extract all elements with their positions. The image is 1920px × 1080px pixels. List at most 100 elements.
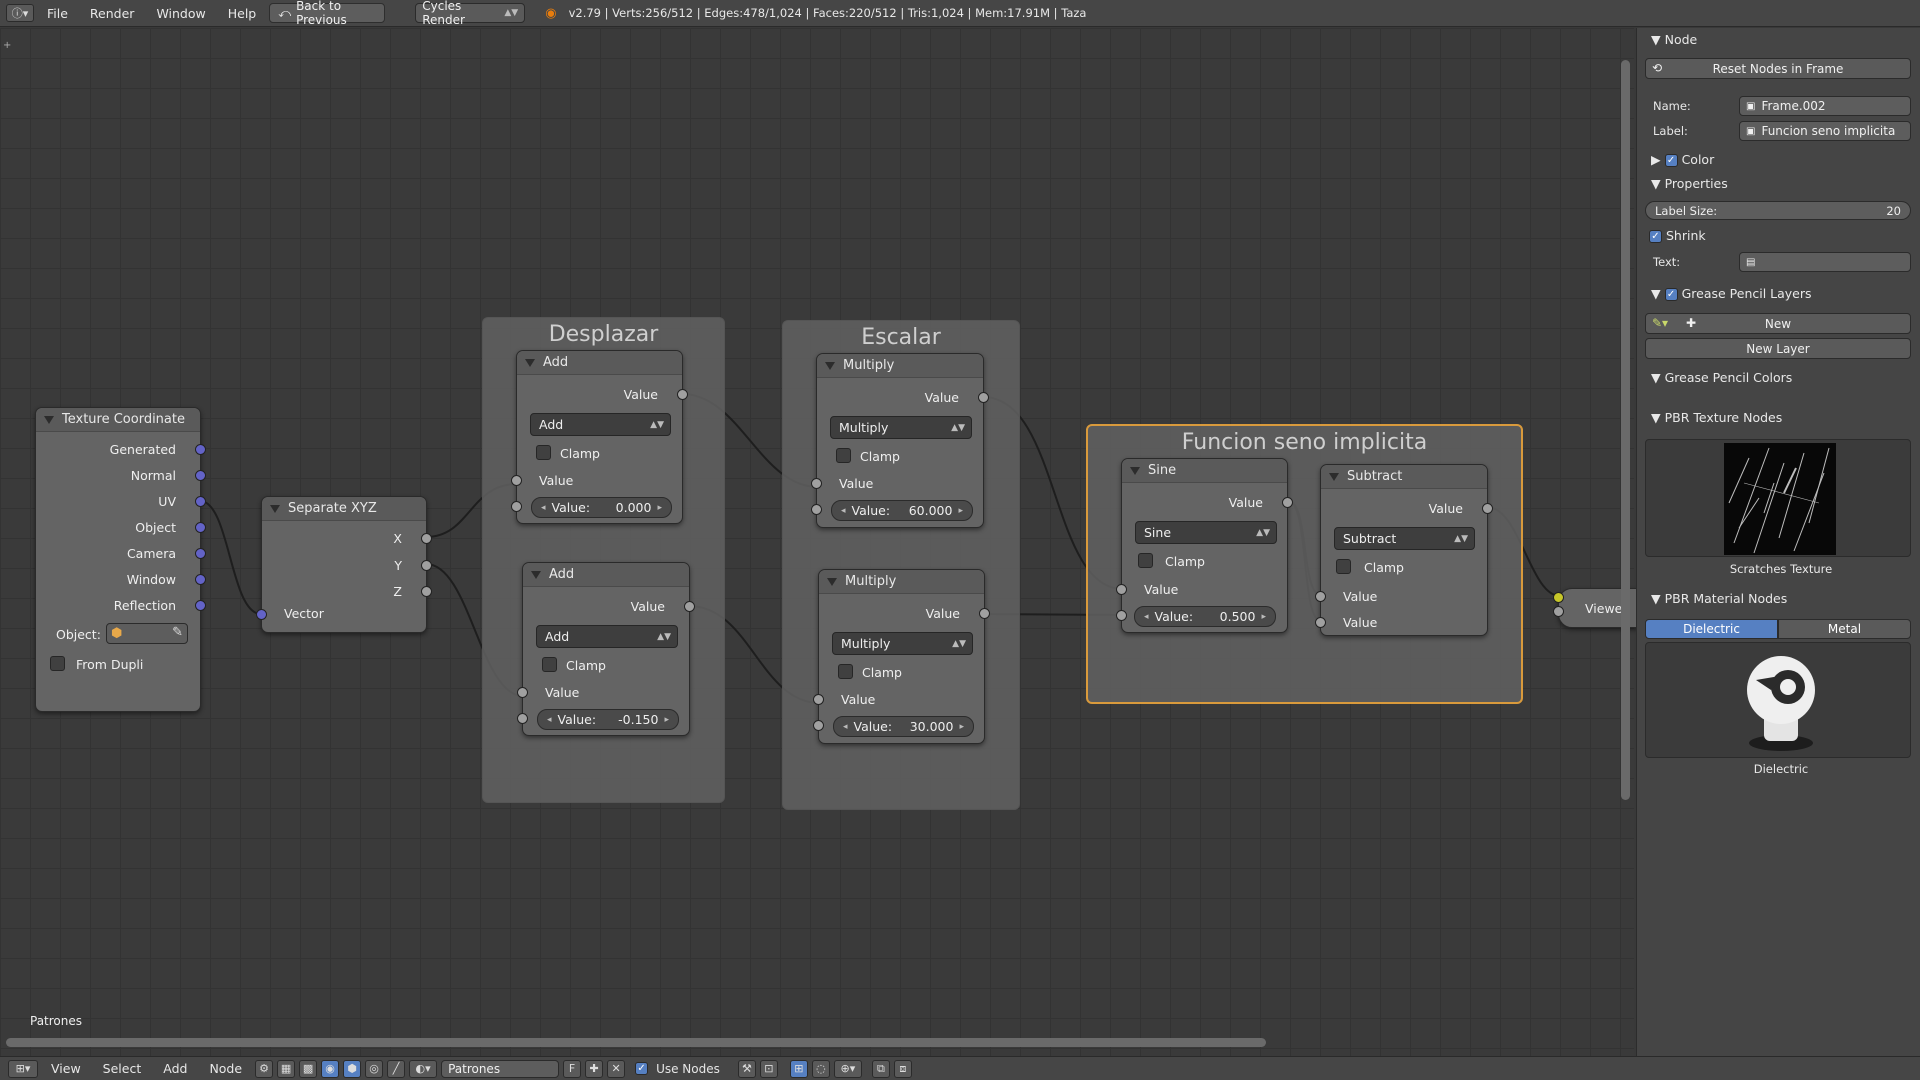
menu-node[interactable]: Node [200,1061,251,1076]
field-left-arrow-icon[interactable]: ◂ [547,715,552,725]
socket-x[interactable] [421,533,432,544]
texture-tree-icon[interactable]: ▩ [299,1059,318,1078]
clamp-checkbox[interactable] [838,664,853,679]
horizontal-scrollbar[interactable] [6,1038,1266,1047]
socket-value-in[interactable] [811,478,822,489]
label-field[interactable]: ▣ Funcion seno implicita [1739,121,1911,141]
socket-value-out[interactable] [677,389,688,400]
socket-shader-in[interactable] [1553,592,1564,603]
menu-window[interactable]: Window [147,6,214,21]
collapse-triangle-icon[interactable] [531,570,541,579]
field-right-arrow-icon[interactable]: ▸ [664,715,669,725]
operation-select[interactable]: Subtract ▲▼ [1334,527,1475,550]
node-multiply-2[interactable]: Multiply Value Multiply ▲▼ Clamp Value ◂ V… [813,569,990,744]
value-field[interactable]: ◂ Value: 0.000 ▸ [531,497,672,518]
backdrop-icon[interactable]: ⚒ [737,1059,756,1078]
info-editor-icon[interactable]: ⓘ▾ [6,4,34,22]
collapse-triangle-icon[interactable] [1130,466,1140,475]
gp-layers-section-header[interactable]: ▼ ✓ Grease Pencil Layers [1651,286,1920,301]
unlink-material-icon[interactable]: ✕ [607,1059,626,1078]
text-field[interactable]: ▤ [1739,252,1911,272]
tab-metal[interactable]: Metal [1778,619,1911,639]
operation-select[interactable]: Sine ▲▼ [1135,521,1277,544]
collapse-triangle-icon[interactable] [827,577,837,586]
material-browse-icon[interactable]: ◐▾ [409,1059,438,1078]
gp-new-button[interactable]: ✎▾ ✚ New [1645,313,1911,334]
socket-camera[interactable] [195,548,206,559]
socket-uv[interactable] [195,496,206,507]
back-to-previous-button[interactable]: ⤺ Back to Previous [269,0,386,27]
clamp-checkbox[interactable] [542,657,557,672]
pin-icon[interactable]: ⊡ [759,1059,778,1078]
node-texture-coordinate[interactable]: Texture Coordinate Generated Normal UV O… [35,407,206,712]
shrink-row[interactable]: ✓ Shrink [1649,228,1920,243]
clamp-checkbox[interactable] [1138,553,1153,568]
name-field[interactable]: ▣ Frame.002 [1739,96,1911,116]
shader-tree-icon[interactable]: ⚙ [255,1059,274,1078]
composite-tree-icon[interactable]: ▦ [277,1059,296,1078]
node-add-2[interactable]: Add Value Add ▲▼ Clamp Value ◂ Value: -0.15… [517,562,695,736]
color-checkbox[interactable]: ✓ [1664,154,1678,167]
vertical-scrollbar[interactable] [1621,60,1630,800]
field-right-arrow-icon[interactable]: ▸ [1261,612,1266,622]
socket-value-in[interactable] [517,687,528,698]
node-subtract[interactable]: Subtract Value Subtract ▲▼ Clamp Value Va… [1315,464,1493,636]
gp-layers-checkbox[interactable]: ✓ [1664,288,1678,301]
linestyle-icon[interactable]: ╱ [387,1059,406,1078]
socket-vector-in[interactable] [256,609,267,620]
field-right-arrow-icon[interactable]: ▸ [959,722,964,732]
shrink-checkbox[interactable]: ✓ [1649,230,1662,243]
socket-value-out[interactable] [1482,503,1493,514]
menu-file[interactable]: File [38,6,77,21]
value-field[interactable]: ◂ Value: -0.150 ▸ [537,709,679,730]
fake-user-button[interactable]: F [563,1059,582,1078]
magnet-icon[interactable]: ◌ [811,1059,830,1078]
socket-value2-in[interactable] [811,504,822,515]
value-field[interactable]: ◂ Value: 60.000 ▸ [831,500,973,521]
operation-select[interactable]: Add ▲▼ [536,625,678,648]
socket-value2-in[interactable] [1116,610,1127,621]
tab-dielectric[interactable]: Dielectric [1645,619,1778,639]
material-name-field[interactable]: Patrones [441,1059,560,1078]
object-shader-icon[interactable]: ⬢ [343,1059,362,1078]
field-right-arrow-icon[interactable]: ▸ [657,503,662,513]
clamp-checkbox[interactable] [836,448,851,463]
collapse-triangle-icon[interactable] [825,361,835,370]
socket-window[interactable] [195,574,206,585]
clamp-checkbox[interactable] [536,445,551,460]
socket-value-in[interactable] [511,475,522,486]
texture-preview-box[interactable] [1645,439,1911,557]
socket-value2-in[interactable] [517,713,528,724]
eyedropper-icon[interactable]: ✎ [172,625,183,640]
pbr-material-section-header[interactable]: ▼ PBR Material Nodes [1651,591,1920,606]
add-material-icon[interactable]: ✚ [585,1059,604,1078]
clamp-checkbox[interactable] [1336,559,1351,574]
use-nodes-checkbox[interactable]: ✓ [635,1062,649,1075]
node-sine[interactable]: Sine Value Sine ▲▼ Clamp Value ◂ Value: 0.5… [1116,458,1293,633]
socket-value-in-1[interactable] [1315,591,1326,602]
color-section-header[interactable]: ▶ ✓ Color [1651,152,1920,167]
socket-value2-in[interactable] [813,720,824,731]
snap-icon[interactable]: ⊞ [789,1059,808,1078]
menu-help[interactable]: Help [219,6,266,21]
paste-node-icon[interactable]: ⧈ [893,1059,912,1078]
collapse-triangle-icon[interactable] [1329,472,1339,481]
menu-view[interactable]: View [42,1061,90,1076]
world-shader-icon[interactable]: ◎ [365,1059,384,1078]
field-left-arrow-icon[interactable]: ◂ [541,503,546,513]
socket-value-in[interactable] [813,694,824,705]
render-engine-select[interactable]: Cycles Render ▲▼ [415,0,526,27]
material-icon[interactable]: ◉ [321,1059,340,1078]
operation-select[interactable]: Multiply ▲▼ [832,632,973,655]
field-left-arrow-icon[interactable]: ◂ [1144,612,1149,622]
socket-value-in[interactable] [1553,606,1564,617]
collapse-triangle-icon[interactable] [44,415,54,424]
menu-add[interactable]: Add [154,1061,196,1076]
new-layer-button[interactable]: New Layer [1645,338,1911,359]
socket-generated[interactable] [195,444,206,455]
socket-z[interactable] [421,586,432,597]
object-field[interactable]: ⬢ ✎ [106,623,188,644]
field-left-arrow-icon[interactable]: ◂ [843,722,848,732]
socket-value-out[interactable] [1282,497,1293,508]
from-dupli-checkbox[interactable] [50,656,65,671]
